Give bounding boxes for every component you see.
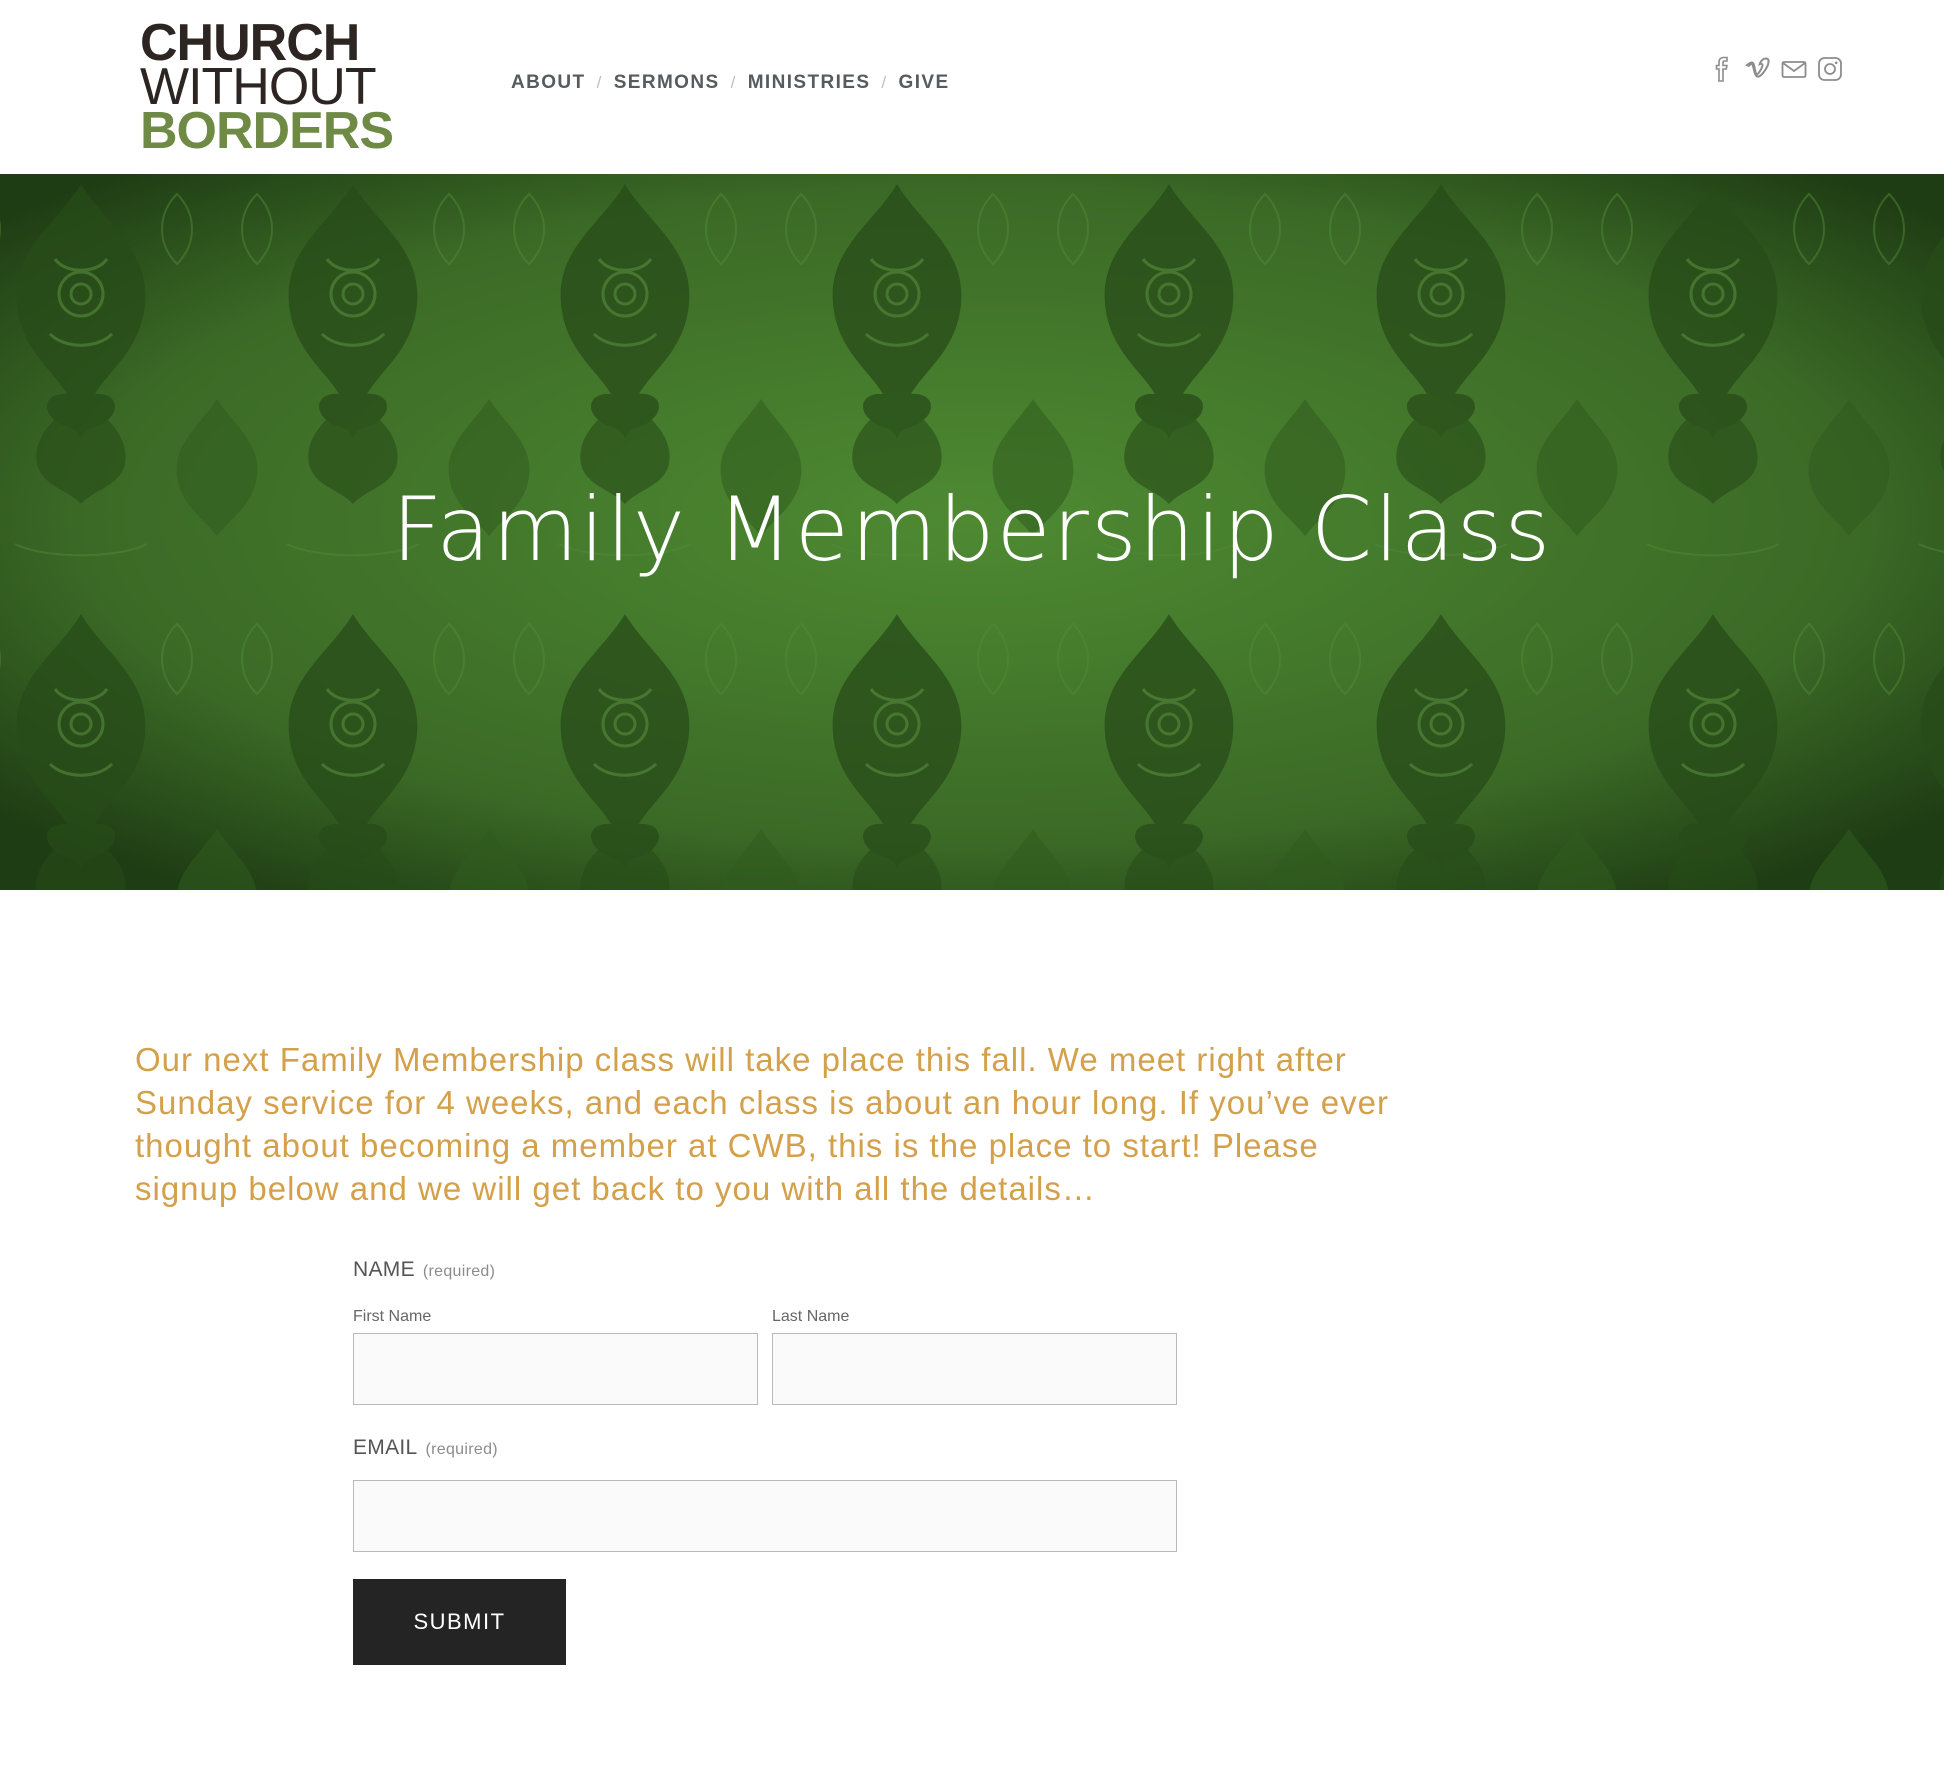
facebook-icon[interactable]: [1709, 56, 1735, 82]
site-logo[interactable]: CHURCH WITHOUT BORDERS: [140, 17, 430, 160]
nav-ministries[interactable]: MINISTRIES: [748, 72, 871, 94]
page-title: Family Membership Class: [391, 478, 1553, 581]
nav-sermons[interactable]: SERMONS: [614, 72, 720, 94]
nav-give[interactable]: GIVE: [899, 72, 950, 94]
email-input[interactable]: [353, 1480, 1177, 1552]
email-label: EMAIL: [353, 1436, 418, 1459]
social-links: [1709, 56, 1843, 82]
email-field-title: EMAIL (required): [353, 1436, 498, 1460]
name-field-title: NAME (required): [353, 1258, 495, 1282]
hero-banner: Family Membership Class: [0, 174, 1944, 890]
vimeo-icon[interactable]: [1745, 56, 1771, 82]
nav-separator: /: [881, 73, 888, 92]
email-required-note: (required): [425, 1441, 498, 1458]
nav-separator: /: [596, 73, 603, 92]
last-name-input[interactable]: [772, 1333, 1177, 1405]
name-required-note: (required): [422, 1263, 496, 1280]
logo-line-borders: BORDERS: [140, 102, 394, 160]
site-header: CHURCH WITHOUT BORDERS ABOUT / SERMONS /…: [0, 0, 1944, 174]
last-name-label: Last Name: [772, 1308, 850, 1325]
nav-about[interactable]: ABOUT: [511, 72, 586, 94]
instagram-icon[interactable]: [1817, 56, 1843, 82]
submit-button[interactable]: SUBMIT: [353, 1579, 566, 1665]
first-name-label: First Name: [353, 1308, 432, 1325]
nav-separator: /: [730, 73, 737, 92]
intro-paragraph: Our next Family Membership class will ta…: [135, 1041, 1389, 1207]
email-icon[interactable]: [1781, 56, 1807, 82]
first-name-input[interactable]: [353, 1333, 758, 1405]
main-nav: ABOUT / SERMONS / MINISTRIES / GIVE: [511, 72, 950, 94]
name-label: NAME: [353, 1258, 415, 1281]
